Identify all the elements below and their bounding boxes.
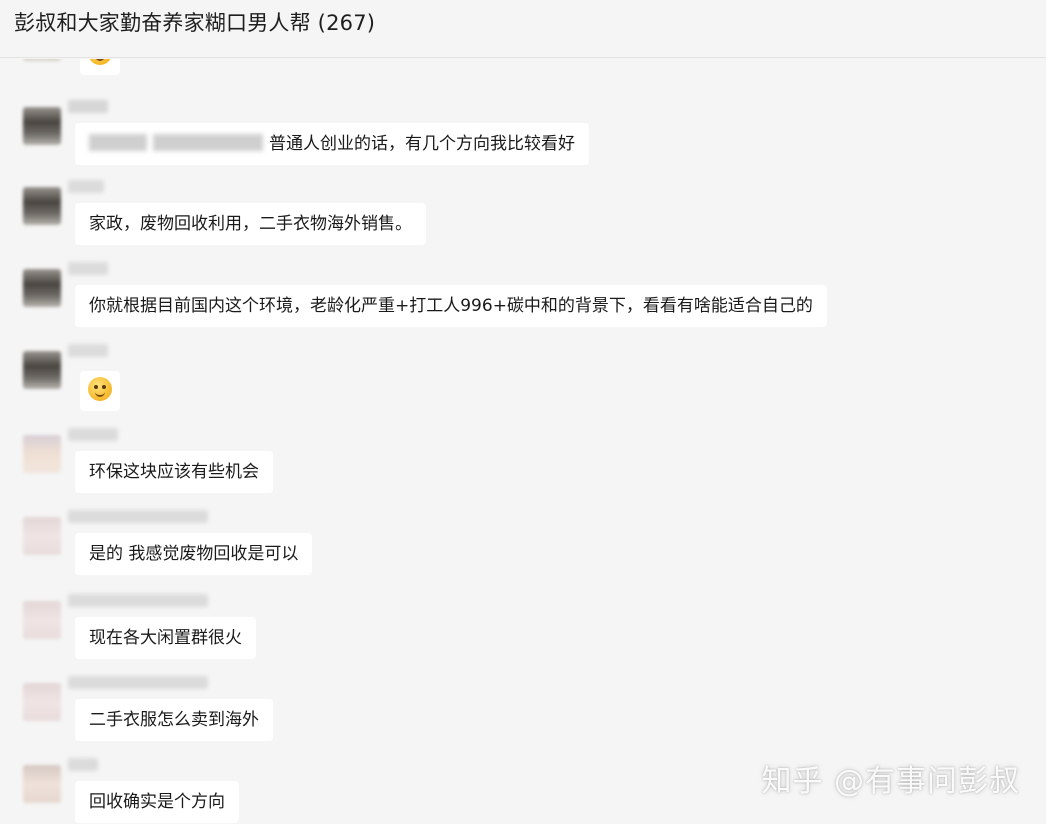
message-bubble[interactable]: 回收确实是个方向 [75,781,239,823]
avatar[interactable] [23,601,61,639]
nickname-blurred [68,428,118,441]
avatar[interactable] [23,765,61,803]
avatar[interactable] [23,683,61,721]
avatar[interactable] [23,517,61,555]
nickname-blurred [68,758,98,771]
thinking-face-emoji-icon [88,377,112,401]
zhihu-watermark: 知乎 @有事问彭叔 [761,764,1020,799]
avatar[interactable] [23,435,61,473]
emoji-bubble[interactable] [80,371,120,411]
chat-header: 彭叔和大家勤奋养家糊口男人帮 (267) [0,0,1046,58]
nickname-blurred [68,344,108,357]
message-bubble[interactable]: 你就根据目前国内这个环境，老龄化严重+打工人996+碳中和的背景下，看看有啥能适… [75,285,827,327]
message-bubble[interactable]: 普通人创业的话，有几个方向我比较看好 [75,123,589,165]
message-text: 二手衣服怎么卖到海外 [89,710,259,730]
message-bubble[interactable]: 现在各大闲置群很火 [75,617,256,659]
avatar[interactable] [23,269,61,307]
nickname-blurred [68,594,208,607]
nickname-blurred [68,100,108,113]
message-text: 回收确实是个方向 [89,792,225,812]
nickname-blurred [68,262,108,275]
redacted-text [89,134,147,151]
message-text: 现在各大闲置群很火 [89,628,242,648]
message-text: 环保这块应该有些机会 [89,462,259,482]
message-text: 是的 我感觉废物回收是可以 [89,544,299,564]
message-feed[interactable]: 普通人创业的话，有几个方向我比较看好 家政，废物回收利用，二手衣物海外销售。 你… [0,59,1046,824]
nickname-blurred [68,510,208,523]
group-title: 彭叔和大家勤奋养家糊口男人帮 (267) [14,11,376,35]
redacted-text [153,134,263,151]
nickname-blurred [68,180,104,193]
nickname-blurred [68,676,208,689]
message-bubble[interactable]: 二手衣服怎么卖到海外 [75,699,273,741]
emoji-bubble[interactable] [80,59,120,75]
avatar[interactable] [23,351,61,389]
message-bubble[interactable]: 环保这块应该有些机会 [75,451,273,493]
message-bubble[interactable]: 是的 我感觉废物回收是可以 [75,533,313,575]
avatar[interactable] [23,187,61,225]
avatar[interactable] [23,107,61,145]
message-bubble[interactable]: 家政，废物回收利用，二手衣物海外销售。 [75,203,426,245]
thinking-face-emoji-icon [88,59,112,65]
message-text: 你就根据目前国内这个环境，老龄化严重+打工人996+碳中和的背景下，看看有啥能适… [89,296,813,316]
avatar[interactable] [23,59,61,61]
message-text: 家政，废物回收利用，二手衣物海外销售。 [89,214,412,234]
message-text: 普通人创业的话，有几个方向我比较看好 [269,134,575,154]
